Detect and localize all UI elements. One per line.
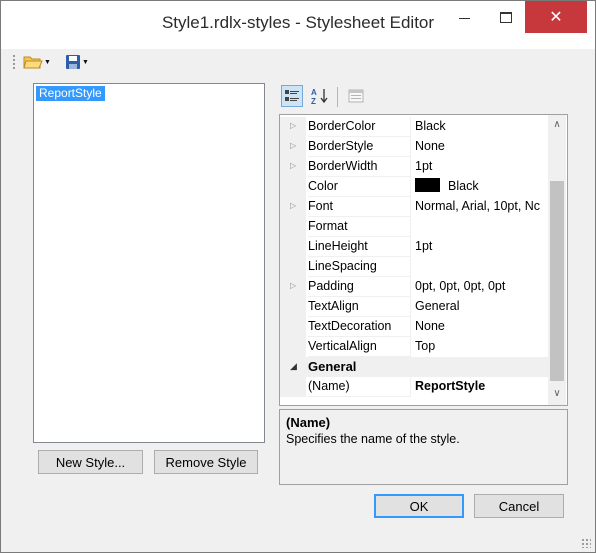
collapse-arrow-icon[interactable]: ◢ [290,361,297,372]
ok-button[interactable]: OK [374,494,464,518]
property-pages-icon [348,89,364,103]
categorized-button[interactable] [281,85,303,107]
category-name: General [308,359,357,374]
categorized-icon [285,90,299,101]
property-value[interactable]: Top [415,337,548,356]
property-grid-toolbar: A Z [281,85,401,111]
property-description-panel: (Name) Specifies the name of the style. [279,409,568,485]
property-name: BorderStyle [308,137,410,157]
property-name: (Name) [308,377,410,397]
maximize-icon [500,11,512,23]
property-name: BorderWidth [308,157,410,177]
property-name: BorderColor [308,117,410,137]
svg-text:A: A [311,88,317,97]
property-value[interactable]: Black [415,117,548,136]
property-row[interactable]: LineHeight 1pt [280,237,548,257]
expand-arrow-icon[interactable]: ▷ [290,201,296,210]
minimize-button[interactable] [447,1,481,33]
expand-arrow-icon[interactable]: ▷ [290,281,296,290]
property-value[interactable]: 0pt, 0pt, 0pt, 0pt [415,277,548,296]
property-value[interactable]: Normal, Arial, 10pt, Nc [415,197,548,216]
toolbar-grip[interactable] [13,55,15,69]
property-row[interactable]: Color Black [280,177,548,197]
property-name: Color [308,177,410,197]
scroll-down-arrow-icon[interactable]: ∨ [548,386,566,402]
resize-grip[interactable] [581,538,591,548]
property-name: Format [308,217,410,237]
floppy-disk-icon [66,55,80,69]
property-row[interactable]: ▷ Padding 0pt, 0pt, 0pt, 0pt [280,277,548,297]
property-row[interactable]: ▷ BorderWidth 1pt [280,157,548,177]
close-button[interactable]: ✕ [525,1,587,33]
scroll-up-arrow-icon[interactable]: ∧ [548,117,566,133]
style-list-item[interactable]: ReportStyle [36,86,105,101]
open-button[interactable]: ▼ [23,52,51,72]
property-value[interactable] [415,217,548,236]
property-pages-button[interactable] [345,85,367,107]
property-row[interactable]: ▷ Font Normal, Arial, 10pt, Nc [280,197,548,217]
scrollbar-thumb[interactable] [550,181,564,381]
property-row[interactable]: VerticalAlign Top [280,337,548,357]
property-row[interactable]: ▷ BorderStyle None [280,137,548,157]
expand-arrow-icon[interactable]: ▷ [290,121,296,130]
property-value[interactable] [415,257,548,276]
property-row[interactable]: LineSpacing [280,257,548,277]
open-dropdown-arrow[interactable]: ▼ [44,59,51,66]
property-name: TextAlign [308,297,410,317]
style-list[interactable]: ReportStyle [33,83,265,443]
property-name: Font [308,197,410,217]
description-text: Specifies the name of the style. [286,432,460,446]
save-dropdown-arrow[interactable]: ▼ [82,59,89,66]
property-row[interactable]: (Name) ReportStyle [280,377,548,397]
folder-open-icon [23,56,43,69]
property-grid[interactable]: ▷ BorderColor Black ▷ BorderStyle None ▷… [279,114,568,406]
save-button[interactable]: ▼ [65,52,89,72]
maximize-button[interactable] [489,1,523,33]
property-name: TextDecoration [308,317,410,337]
property-value[interactable]: General [415,297,548,316]
close-icon: ✕ [549,9,563,26]
remove-style-button[interactable]: Remove Style [154,450,258,474]
property-value[interactable]: 1pt [415,237,548,256]
property-grid-scrollbar[interactable]: ∧ ∨ [548,115,566,405]
expand-arrow-icon[interactable]: ▷ [290,141,296,150]
property-value[interactable]: 1pt [415,157,548,176]
cancel-button[interactable]: Cancel [474,494,564,518]
property-value[interactable]: ReportStyle [415,377,548,396]
property-name: Padding [308,277,410,297]
property-row[interactable]: TextAlign General [280,297,548,317]
minimize-icon [458,17,470,19]
sort-alphabetical-icon: A Z [311,88,328,105]
color-swatch [415,178,440,192]
property-value[interactable]: None [415,137,548,156]
property-name: LineSpacing [308,257,410,277]
toolbar-separator [337,87,338,107]
title-bar[interactable]: Style1.rdlx-styles - Stylesheet Editor ✕ [1,1,595,49]
svg-text:Z: Z [311,97,316,105]
property-name: VerticalAlign [308,337,410,357]
property-row[interactable]: ▷ BorderColor Black [280,117,548,137]
stylesheet-editor-window: Style1.rdlx-styles - Stylesheet Editor ✕… [0,0,596,553]
expand-arrow-icon[interactable]: ▷ [290,161,296,170]
description-title: (Name) [286,415,331,430]
property-value[interactable]: Black [415,177,548,196]
main-toolbar: ▼ ▼ [9,49,587,75]
category-row-general[interactable]: ◢ General [280,357,548,377]
property-name: LineHeight [308,237,410,257]
color-value-text: Black [448,179,479,193]
property-row[interactable]: Format [280,217,548,237]
property-value[interactable]: None [415,317,548,336]
new-style-button[interactable]: New Style... [38,450,143,474]
property-row[interactable]: TextDecoration None [280,317,548,337]
alphabetical-button[interactable]: A Z [309,85,331,107]
